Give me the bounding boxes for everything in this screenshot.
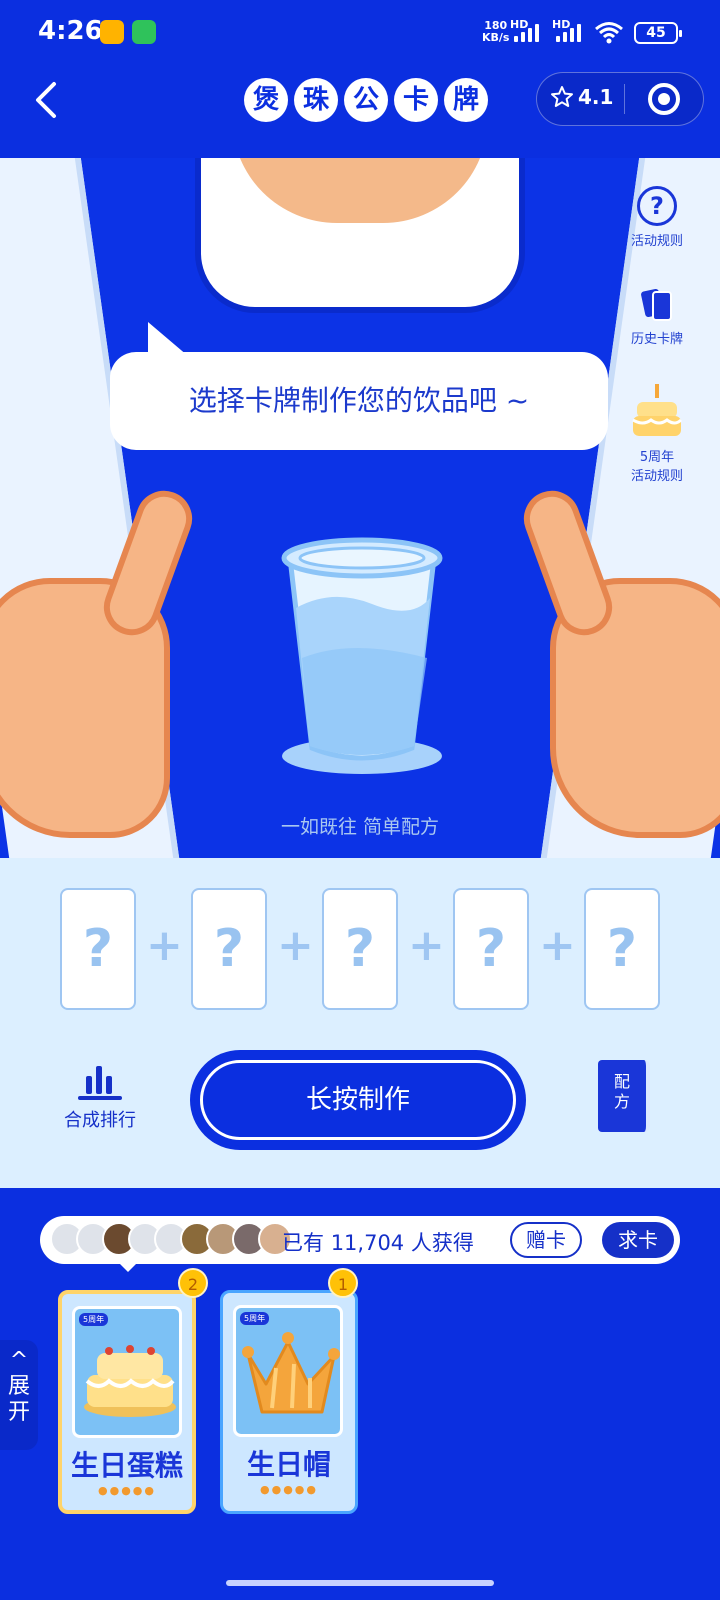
card-slot[interactable]: ?	[191, 888, 267, 1010]
card-name: 生日蛋糕	[70, 1449, 183, 1482]
rank-button[interactable]: 合成排行	[58, 1064, 142, 1132]
card-count-badge: 1	[328, 1268, 358, 1298]
card-slot[interactable]: ?	[453, 888, 529, 1010]
net-speed-unit: KB/s	[482, 31, 510, 44]
drink-cup-icon	[281, 537, 443, 774]
plus-sign: +	[146, 920, 183, 971]
brand-char: 公	[344, 78, 388, 122]
card-art: 5周年	[233, 1305, 343, 1437]
expand-caret: ^	[9, 1348, 29, 1373]
signal-bars-2-icon	[556, 24, 581, 42]
history-cards-button[interactable]: 历史卡牌	[612, 284, 702, 347]
star-icon	[551, 86, 573, 107]
rating-button[interactable]: 4.1	[550, 85, 613, 109]
rules-button[interactable]: ? 活动规则	[612, 186, 702, 249]
plus-sign: +	[277, 920, 314, 971]
signal-bars-1-icon	[514, 24, 539, 42]
wifi-icon	[595, 22, 623, 44]
status-time: 4:26	[38, 16, 103, 46]
rules-label: 活动规则	[630, 234, 683, 249]
pointer-caret	[118, 1262, 138, 1272]
capsule-divider	[624, 84, 625, 114]
plus-sign: +	[539, 920, 576, 971]
card-tag: 5周年	[79, 1313, 109, 1326]
plus-sign: +	[408, 920, 445, 971]
brand-char: 牌	[444, 78, 488, 122]
rank-label: 合成排行	[64, 1110, 136, 1131]
card-slot[interactable]: ?	[322, 888, 398, 1010]
obtained-text: 已有 11,704 人获得	[282, 1227, 474, 1257]
rating-value: 4.1	[578, 85, 614, 109]
speech-bubble-text: 选择卡牌制作您的饮品吧 ~	[188, 384, 530, 417]
notes-app-icon	[100, 20, 124, 44]
speech-bubble: 选择卡牌制作您的饮品吧 ~	[110, 322, 608, 450]
history-label: 历史卡牌	[630, 332, 683, 347]
card-drops: ●●●●●	[98, 1484, 156, 1497]
recipe-label-1: 配	[613, 1072, 630, 1091]
target-icon[interactable]	[648, 83, 680, 115]
card-birthday-cake[interactable]: 5周年 生日蛋糕 ●●●●●	[58, 1290, 196, 1514]
anniversary-rules-button[interactable]: 5周年 活动规则	[612, 380, 702, 484]
brand-char: 珠	[294, 78, 338, 122]
ask-card-button[interactable]: 求卡	[602, 1222, 674, 1258]
question-icon: ?	[637, 186, 677, 226]
expand-label-1: 展	[7, 1374, 30, 1399]
expand-label-2: 开	[7, 1400, 30, 1425]
brand-char: 卡	[394, 78, 438, 122]
chevron-left-icon[interactable]	[28, 78, 68, 122]
card-art: 5周年	[72, 1306, 182, 1438]
slogan: 一如既往 简单配方	[280, 816, 440, 838]
recipe-label-2: 方	[613, 1092, 630, 1111]
card-tag: 5周年	[240, 1312, 270, 1325]
card-drops: ●●●●●	[260, 1483, 318, 1496]
give-card-button[interactable]: 赠卡	[510, 1222, 582, 1258]
expand-button[interactable]: ^ 展 开	[0, 1340, 38, 1450]
card-name: 生日帽	[246, 1448, 331, 1481]
card-slot[interactable]: ?	[584, 888, 660, 1010]
card-slot[interactable]: ?	[60, 888, 136, 1010]
rank-bars-icon	[78, 1066, 122, 1100]
battery-indicator: 45	[634, 22, 682, 44]
anniversary-label-1: 5周年	[639, 450, 675, 465]
cake-icon	[632, 384, 683, 436]
net-speed: 180 KB/s	[482, 20, 509, 44]
crown-icon	[242, 1332, 340, 1414]
cake-icon	[84, 1345, 176, 1417]
brand-char: 煲	[244, 78, 288, 122]
make-button-label: 长按制作	[200, 1060, 516, 1140]
wechat-icon	[132, 20, 156, 44]
book-icon[interactable]: 配 方	[598, 1060, 650, 1132]
home-indicator[interactable]	[226, 1580, 494, 1586]
app-brand-title: 煲 珠 公 卡 牌	[244, 78, 488, 122]
card-birthday-hat[interactable]: 5周年 生日帽 ●●●●●	[220, 1290, 358, 1514]
obtained-suffix: 人获得	[410, 1231, 474, 1255]
cards-icon	[641, 288, 672, 321]
obtained-count: 11,704	[330, 1231, 405, 1255]
card-count-badge: 2	[178, 1268, 208, 1298]
anniversary-label-2: 活动规则	[630, 469, 683, 484]
long-press-make-button[interactable]: 长按制作	[194, 1054, 522, 1146]
obtained-prefix: 已有	[282, 1231, 324, 1255]
avatar-group	[50, 1222, 292, 1256]
